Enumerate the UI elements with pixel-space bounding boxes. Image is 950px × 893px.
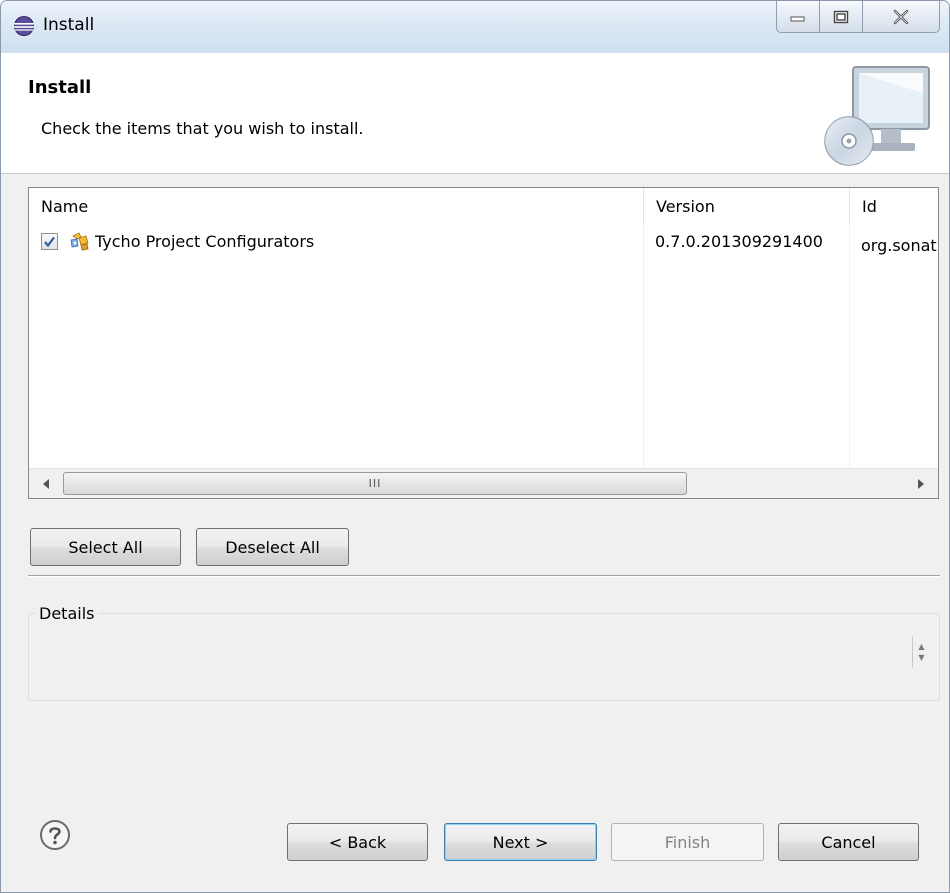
scroll-down-icon: ▼ xyxy=(918,653,925,662)
table-header: Name Version Id xyxy=(29,188,938,224)
arrow-left-icon xyxy=(43,479,49,489)
minimize-button[interactable] xyxy=(776,1,820,33)
scroll-left-button[interactable] xyxy=(31,469,61,498)
row-checkbox[interactable] xyxy=(41,233,58,250)
scroll-up-icon: ▲ xyxy=(918,642,925,651)
column-divider xyxy=(643,224,644,468)
details-group xyxy=(28,613,940,701)
wizard-page-title: Install xyxy=(28,77,92,98)
select-all-button[interactable]: Select All xyxy=(30,528,181,566)
close-icon xyxy=(893,9,909,24)
column-divider xyxy=(849,224,850,468)
details-label: Details xyxy=(35,604,99,623)
wizard-banner: Install Check the items that you wish to… xyxy=(1,53,949,174)
scroll-thumb[interactable]: III xyxy=(63,472,687,495)
computer-cd-icon xyxy=(824,66,930,166)
maximize-icon xyxy=(833,10,849,23)
details-scrollbar[interactable]: ▲ ▼ xyxy=(912,636,930,668)
window-title: Install xyxy=(43,15,95,35)
scroll-right-button[interactable] xyxy=(906,469,936,498)
separator xyxy=(28,575,940,577)
row-id: org.sonat xyxy=(861,236,937,255)
close-button[interactable] xyxy=(862,1,940,33)
checkmark-icon xyxy=(44,236,55,248)
row-name: Tycho Project Configurators xyxy=(95,232,315,251)
feature-plugin-icon xyxy=(70,232,89,251)
install-items-table[interactable]: Name Version Id Tycho Project Configurat… xyxy=(28,187,939,499)
wizard-page-description: Check the items that you wish to install… xyxy=(41,119,364,138)
next-button[interactable]: Next > xyxy=(444,823,597,861)
help-icon[interactable] xyxy=(39,819,71,851)
row-version: 0.7.0.201309291400 xyxy=(655,232,823,251)
column-header-id[interactable]: Id xyxy=(849,188,938,224)
eclipse-icon xyxy=(14,16,34,36)
deselect-all-button[interactable]: Deselect All xyxy=(196,528,349,566)
back-button[interactable]: < Back xyxy=(287,823,428,861)
maximize-button[interactable] xyxy=(819,1,863,33)
table-row[interactable]: Tycho Project Configurators 0.7.0.201309… xyxy=(29,226,938,260)
horizontal-scrollbar[interactable]: III xyxy=(29,468,938,498)
column-header-version[interactable]: Version xyxy=(643,188,849,224)
arrow-right-icon xyxy=(918,479,924,489)
finish-button[interactable]: Finish xyxy=(611,823,764,861)
cancel-button[interactable]: Cancel xyxy=(778,823,919,861)
minimize-icon xyxy=(790,16,805,21)
title-bar[interactable]: Install xyxy=(1,1,949,53)
scroll-grip: III xyxy=(368,477,382,490)
column-header-name[interactable]: Name xyxy=(29,188,643,224)
install-dialog: Install Install Check the items that you… xyxy=(0,0,950,893)
